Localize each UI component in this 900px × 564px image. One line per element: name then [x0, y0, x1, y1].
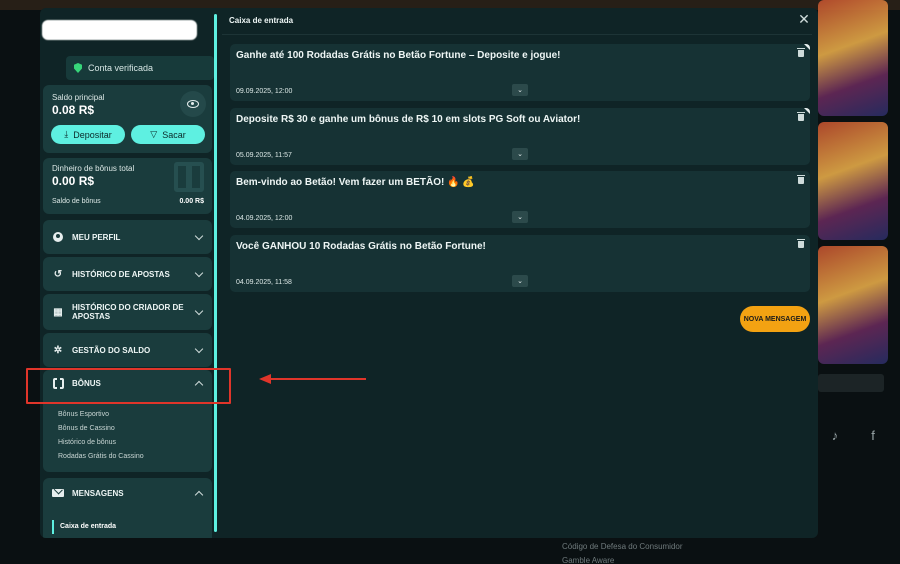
- chevron-down-icon: [194, 231, 204, 240]
- gear-icon: ✲: [53, 344, 63, 356]
- sub-item-casino-bonus[interactable]: Bônus de Cassino: [58, 422, 144, 436]
- message-title: Você GANHOU 10 Rodadas Grátis no Betão F…: [236, 241, 486, 252]
- main-balance-amount: 0.08 R$: [52, 103, 95, 117]
- chevron-up-icon: [194, 490, 204, 499]
- game-thumbnail[interactable]: [818, 246, 888, 364]
- eye-icon: [187, 100, 199, 108]
- message-date: 04.09.2025, 11:58: [236, 279, 292, 286]
- annotation-highlight-box: [26, 368, 231, 404]
- main-balance-card: Saldo principal 0.08 R$ ⤓ Depositar ▽ Sa…: [43, 85, 212, 153]
- message-date: 04.09.2025, 12:00: [236, 215, 293, 222]
- nav-item-label: GESTÃO DO SALDO: [72, 345, 151, 355]
- message-title: Deposite R$ 30 e ganhe um bônus de R$ 10…: [236, 114, 581, 125]
- facebook-icon[interactable]: f: [862, 424, 884, 446]
- wallet-icon: ▽: [150, 129, 158, 139]
- bonus-row-label: Saldo de bônus: [52, 198, 101, 205]
- trash-icon[interactable]: [797, 112, 805, 121]
- tiktok-icon[interactable]: ♪: [824, 424, 846, 446]
- chevron-double-down-icon: ⌄: [517, 278, 523, 285]
- verified-label: Conta verificada: [88, 63, 154, 73]
- nav-item-label: HISTÓRICO DO CRIADOR DE APOSTAS: [72, 303, 184, 321]
- trash-icon[interactable]: [797, 239, 805, 248]
- trash-icon[interactable]: [797, 175, 805, 184]
- sub-item-bonus-history[interactable]: Histórico de bônus: [58, 436, 144, 450]
- deposit-button[interactable]: ⤓ Depositar: [51, 125, 125, 144]
- bonus-sub-list: Bônus Esportivo Bônus de Cassino Históri…: [58, 408, 144, 464]
- close-icon[interactable]: ✕: [797, 12, 811, 26]
- bonus-balance-row: Saldo de bônus 0.00 R$: [52, 198, 204, 205]
- chevron-double-down-icon: ⌄: [517, 214, 523, 221]
- message-item[interactable]: Ganhe até 100 Rodadas Grátis no Betão Fo…: [230, 44, 810, 101]
- footer-link-consumer[interactable]: Código de Defesa do Consumidor: [562, 542, 683, 551]
- footer-link-gamble-aware[interactable]: Gamble Aware: [562, 556, 614, 564]
- unread-indicator: [804, 44, 810, 50]
- user-icon: [52, 231, 64, 243]
- chevron-down-icon: [194, 306, 204, 315]
- nav-item-label: HISTÓRICO DE APOSTAS: [72, 269, 170, 279]
- nav-group-messages: MENSAGENS Caixa de entrada: [43, 478, 212, 538]
- message-item[interactable]: Você GANHOU 10 Rodadas Grátis no Betão F…: [230, 235, 810, 292]
- account-sidebar: Conta verificada Saldo principal 0.08 R$…: [40, 8, 214, 538]
- game-thumbnail[interactable]: [818, 0, 888, 116]
- message-date: 05.09.2025, 11:57: [236, 152, 292, 159]
- sidebar-divider: [214, 14, 217, 532]
- message-item[interactable]: Deposite R$ 30 e ganhe um bônus de R$ 10…: [230, 108, 810, 165]
- nav-item-bet-builder-history[interactable]: ▦ HISTÓRICO DO CRIADOR DE APOSTAS: [43, 294, 212, 330]
- bonus-balance-amount: 0.00 R$: [52, 174, 95, 188]
- user-name-bar: [42, 20, 197, 40]
- chevron-double-down-icon: ⌄: [517, 87, 523, 94]
- verified-badge: Conta verificada: [66, 56, 214, 80]
- expand-button[interactable]: ⌄: [512, 211, 528, 223]
- nav-item-messages[interactable]: MENSAGENS: [43, 478, 212, 508]
- sub-item-free-spins[interactable]: Rodadas Grátis do Cassino: [58, 450, 144, 464]
- deposit-label: Depositar: [73, 129, 112, 140]
- nav-item-label: MEU PERFIL: [72, 232, 121, 242]
- expand-button[interactable]: ⌄: [512, 148, 528, 160]
- download-icon: ⤓: [64, 129, 69, 139]
- chevron-down-icon: [194, 344, 204, 353]
- withdraw-button[interactable]: ▽ Sacar: [131, 125, 205, 144]
- main-balance-label: Saldo principal: [52, 93, 105, 102]
- new-message-button[interactable]: NOVA MENSAGEM: [740, 306, 810, 332]
- game-thumbnail[interactable]: [818, 122, 888, 240]
- mail-icon: [52, 487, 64, 499]
- nav-item-bet-history[interactable]: ↺ HISTÓRICO DE APOSTAS: [43, 257, 212, 291]
- annotation-arrow-line: [270, 378, 366, 380]
- expand-button[interactable]: ⌄: [512, 275, 528, 287]
- bonus-balance-label: Dinheiro de bônus total: [52, 164, 135, 173]
- sub-item-inbox[interactable]: Caixa de entrada: [52, 520, 116, 534]
- gift-icon: [174, 162, 204, 192]
- message-title: Ganhe até 100 Rodadas Grátis no Betão Fo…: [236, 50, 561, 61]
- bet-builder-icon: ▦: [53, 306, 63, 318]
- chevron-double-down-icon: ⌄: [517, 151, 523, 158]
- message-title: Bem-vindo ao Betão! Vem fazer um BETÃO! …: [236, 177, 475, 188]
- inbox-title: Caixa de entrada: [229, 16, 294, 25]
- background-strip: [818, 374, 884, 392]
- nav-item-balance-management[interactable]: ✲ GESTÃO DO SALDO: [43, 333, 212, 367]
- message-date: 09.09.2025, 12:00: [236, 88, 293, 95]
- inbox-separator: [222, 34, 812, 35]
- bonus-balance-card: Dinheiro de bônus total 0.00 R$ Saldo de…: [43, 158, 212, 214]
- trash-icon[interactable]: [797, 48, 805, 57]
- sub-item-sports-bonus[interactable]: Bônus Esportivo: [58, 408, 144, 422]
- bonus-row-value: 0.00 R$: [179, 198, 204, 205]
- account-modal: Conta verificada Saldo principal 0.08 R$…: [40, 8, 818, 538]
- withdraw-label: Sacar: [162, 129, 186, 140]
- nav-item-label: MENSAGENS: [72, 488, 124, 498]
- message-item[interactable]: Bem-vindo ao Betão! Vem fazer um BETÃO! …: [230, 171, 810, 228]
- shield-icon: [74, 63, 82, 73]
- chevron-down-icon: [194, 268, 204, 277]
- nav-item-profile[interactable]: MEU PERFIL: [43, 220, 212, 254]
- toggle-balance-button[interactable]: [180, 91, 206, 117]
- unread-indicator: [804, 108, 810, 114]
- expand-button[interactable]: ⌄: [512, 84, 528, 96]
- history-icon: ↺: [53, 268, 63, 280]
